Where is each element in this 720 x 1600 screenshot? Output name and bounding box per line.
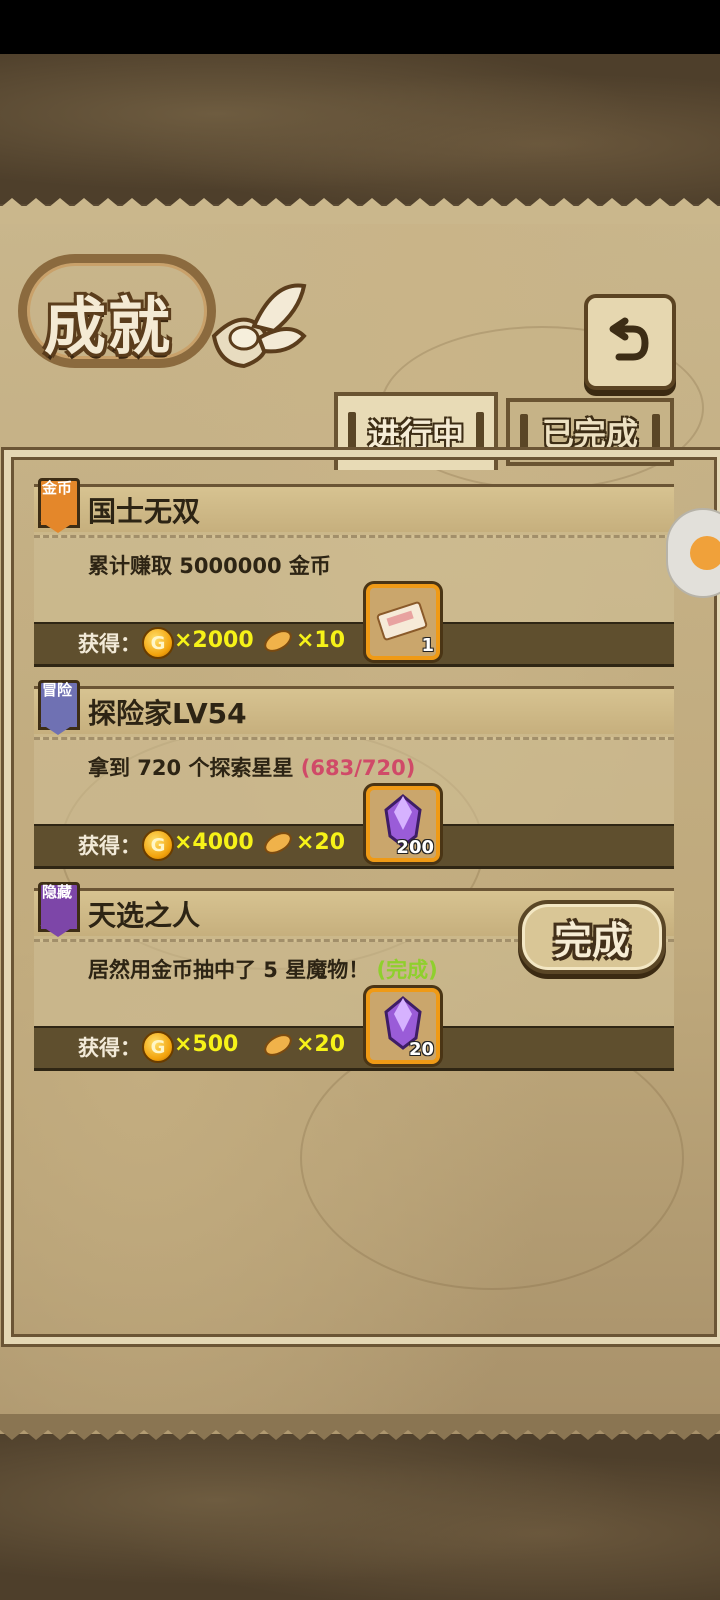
bread-reward: ×20 bbox=[296, 1032, 346, 1057]
gold-coin-icon: G bbox=[142, 829, 174, 861]
achievement-desc: 累计赚取 5000000 金币 bbox=[88, 554, 331, 578]
category-badge: 金币 bbox=[41, 479, 72, 497]
background-bottom bbox=[0, 1434, 720, 1600]
bread-reward: ×20 bbox=[296, 830, 346, 855]
category-badge: 隐藏 bbox=[41, 883, 72, 901]
side-edge-tab[interactable] bbox=[666, 508, 720, 598]
gold-coin-icon: G bbox=[142, 627, 174, 659]
progress-text: (683/720) bbox=[300, 756, 416, 780]
item-quantity: 20 bbox=[408, 1039, 434, 1060]
achievement-name: 探险家LV54 bbox=[88, 697, 247, 730]
coin-reward: ×2000 bbox=[174, 628, 254, 653]
achievement-desc: 拿到 720 个探索星星 (683/720) bbox=[88, 756, 416, 780]
item-quantity: 1 bbox=[421, 635, 434, 656]
status-text: (完成) bbox=[376, 958, 438, 982]
title-banner: 成就 bbox=[14, 236, 314, 386]
achievement-card: 获得： G ×4000 ×20 冒险 探险家LV54 拿到 720 个探索星星 … bbox=[34, 680, 674, 872]
claim-button-label: 完成 bbox=[553, 918, 630, 963]
page-title: 成就 bbox=[44, 290, 173, 363]
bread-icon bbox=[264, 630, 292, 652]
claim-button[interactable]: 完成 bbox=[518, 900, 666, 974]
background-top bbox=[0, 54, 720, 204]
achievement-desc: 居然用金币抽中了 5 星魔物！ (完成) bbox=[88, 958, 438, 982]
back-button[interactable] bbox=[584, 294, 676, 390]
reward-item-slot[interactable]: 200 bbox=[366, 786, 440, 862]
item-quantity: 200 bbox=[396, 837, 434, 858]
reward-label: 获得： bbox=[78, 1036, 141, 1060]
achievement-card: 获得： G ×2000 ×10 金币 国士无双 累计赚取 5000000 金币 … bbox=[34, 478, 674, 670]
achievement-name: 国士无双 bbox=[88, 495, 201, 528]
side-tab-icon bbox=[690, 536, 720, 570]
bread-icon bbox=[264, 832, 292, 854]
coin-reward: ×500 bbox=[174, 1032, 239, 1057]
coin-reward: ×4000 bbox=[174, 830, 254, 855]
tab-completed-label: 已完成 bbox=[541, 415, 638, 453]
bread-reward: ×10 bbox=[296, 628, 346, 653]
bread-icon bbox=[264, 1034, 292, 1056]
achievement-name: 天选之人 bbox=[88, 899, 201, 932]
reward-label: 获得： bbox=[78, 632, 141, 656]
reward-item-slot[interactable]: 1 bbox=[366, 584, 440, 660]
winged-medal-icon bbox=[211, 283, 307, 369]
return-arrow-icon bbox=[609, 317, 649, 361]
gold-coin-icon: G bbox=[142, 1031, 174, 1063]
category-badge: 冒险 bbox=[41, 681, 72, 699]
reward-item-slot[interactable]: 20 bbox=[366, 988, 440, 1064]
reward-label: 获得： bbox=[78, 834, 141, 858]
